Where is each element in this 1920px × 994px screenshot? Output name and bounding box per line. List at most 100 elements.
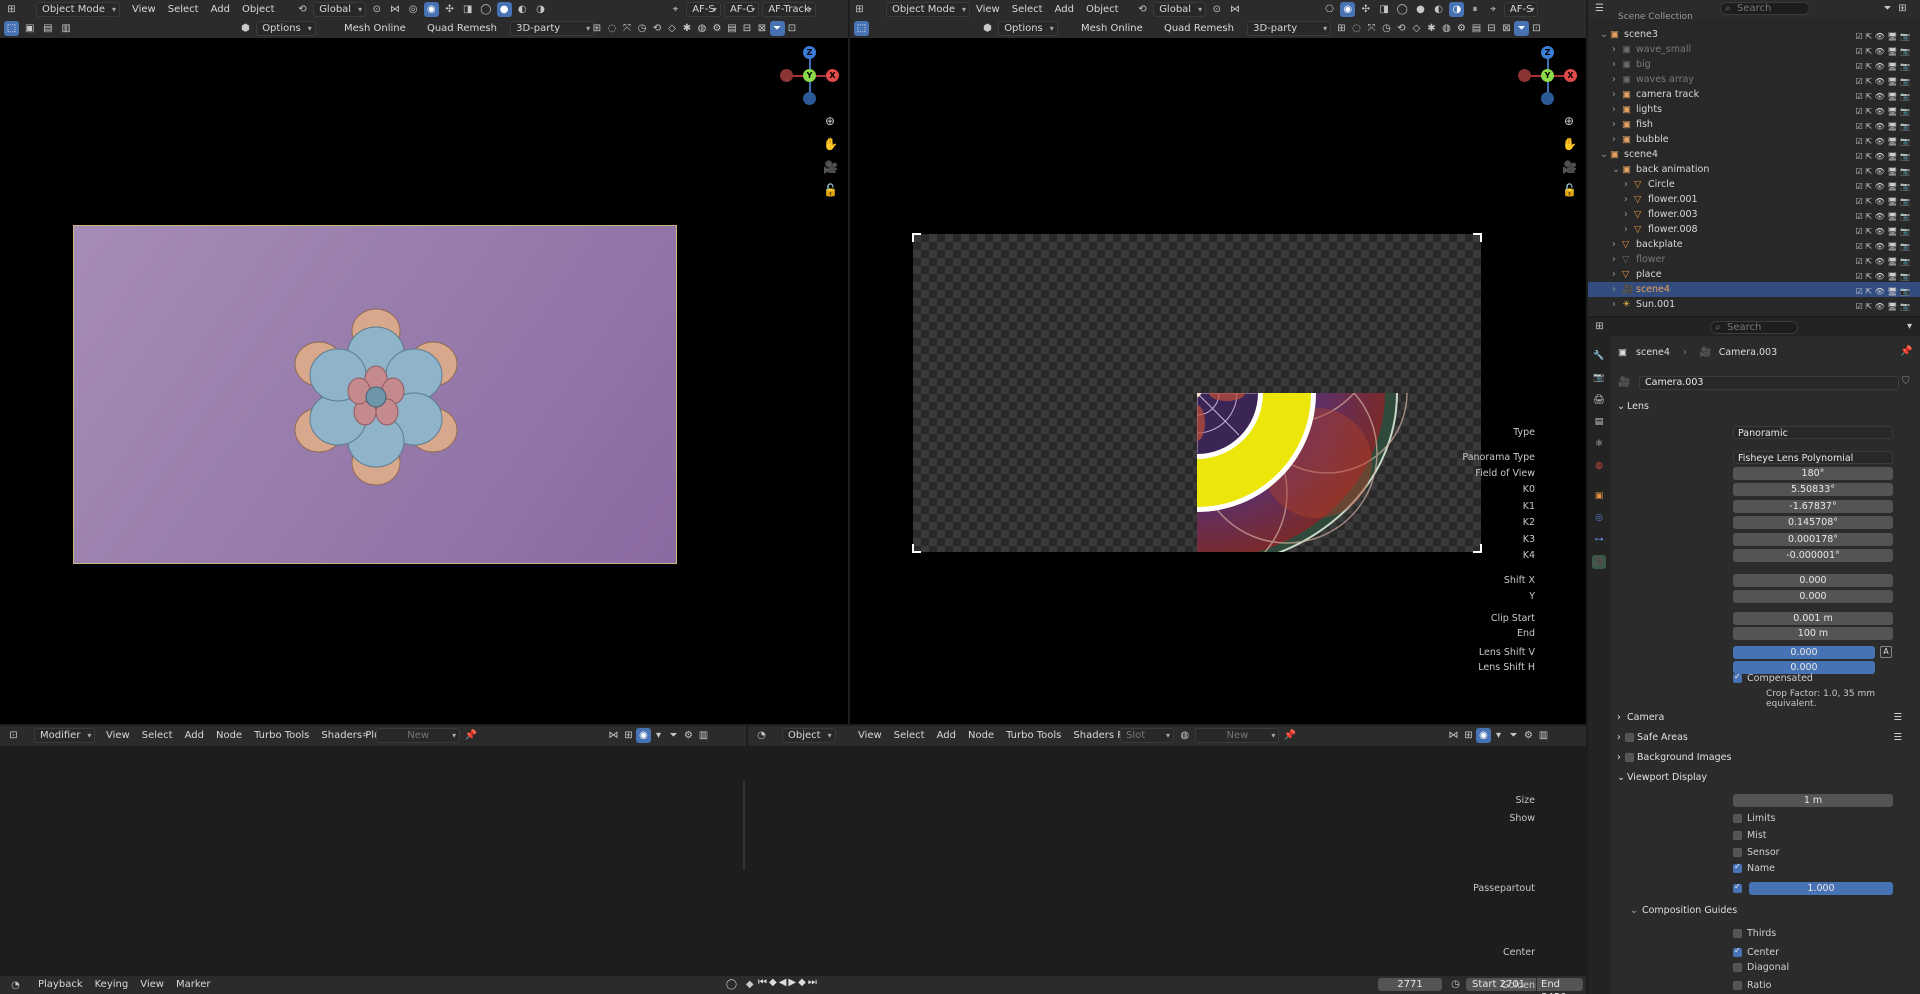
disclosure-chevron-icon[interactable]: › (1624, 192, 1628, 207)
overlay-icon[interactable]: ◉ (423, 2, 439, 17)
outliner-row[interactable]: ⌄ ▣ scene3 ☑ ⇱ 👁 🖥 📷 (1588, 27, 1920, 42)
size-field[interactable]: 1 m (1733, 794, 1893, 807)
select-tool-icon-right[interactable]: ⬚ (854, 21, 869, 36)
gizmo-toggle-icon-right[interactable]: ✣ (1358, 2, 1373, 17)
output-tab-icon[interactable]: 🖨 (1592, 393, 1606, 407)
mode-dropdown[interactable]: Object Mode (36, 2, 120, 17)
wire-shading-icon-right[interactable]: ◯ (1395, 2, 1410, 17)
tool-icon-7[interactable]: ✱ (680, 21, 695, 36)
tool-icon-r7[interactable]: ✱ (1424, 21, 1439, 36)
outliner-row[interactable]: › ▣ lights ☑ ⇱ 👁 🖥 📷 (1588, 102, 1920, 117)
settings-node-icon[interactable]: ⚙ (681, 728, 696, 743)
menu-view-right[interactable]: View (970, 2, 1006, 17)
mode-dropdown-right[interactable]: Object Mode (886, 2, 970, 17)
breadcrumb-scene[interactable]: scene4 (1636, 347, 1670, 358)
tool-icon-5[interactable]: ⟲ (650, 21, 665, 36)
outliner-row[interactable]: › ▣ waves array ☑ ⇱ 👁 🖥 📷 (1588, 72, 1920, 87)
gizmo-neg-z-axis[interactable] (803, 92, 816, 105)
solid-shading-icon[interactable]: ● (496, 2, 512, 17)
disclosure-chevron-icon[interactable]: › (1612, 297, 1616, 312)
disclosure-chevron-icon[interactable]: › (1612, 132, 1616, 147)
material-shading-icon[interactable]: ◐ (515, 2, 530, 17)
tool-icon-r3[interactable]: ⤧ (1364, 21, 1379, 36)
new-node-tree-button[interactable]: New (376, 728, 461, 743)
tool-icon-r5[interactable]: ⟲ (1394, 21, 1409, 36)
disclosure-chevron-icon[interactable]: › (1612, 72, 1616, 87)
lock-icon-right[interactable]: 🔓 (1562, 179, 1577, 202)
transform-orientation-icon[interactable]: ⟲ (295, 2, 310, 17)
disclosure-chevron-icon[interactable]: › (1612, 252, 1616, 267)
outliner-row[interactable]: › ▽ Circle ☑ ⇱ 👁 🖥 📷 (1588, 177, 1920, 192)
menu-object[interactable]: Object (236, 2, 281, 17)
menu-view[interactable]: View (126, 2, 162, 17)
scene-tab-icon[interactable]: ⚛ (1592, 437, 1606, 451)
outliner-row[interactable]: › ▽ flower ☑ ⇱ 👁 🖥 📷 (1588, 252, 1920, 267)
mesh-online-menu[interactable]: Mesh Online (338, 21, 412, 36)
background-images-panel-header[interactable]: › Background Images (1615, 749, 1912, 766)
thirds-checkbox[interactable] (1733, 929, 1742, 938)
slot-dropdown[interactable]: Slot (1120, 728, 1174, 743)
transform-dropdown-right[interactable]: Global (1153, 2, 1207, 17)
menu-select[interactable]: Select (162, 2, 205, 17)
more-icon-right[interactable]: ▾ (1491, 728, 1506, 743)
tool-icon-4[interactable]: ◷ (635, 21, 650, 36)
clipend-field[interactable]: 100 m (1733, 627, 1893, 640)
gizmo-neg-z-axis-right[interactable] (1541, 92, 1554, 105)
navigation-gizmo-left[interactable]: Z Y X (780, 46, 840, 106)
tool-icon-r11[interactable]: ⊟ (1484, 21, 1499, 36)
tool-icon-r13[interactable]: ⊡ (1529, 21, 1544, 36)
outliner-row[interactable]: › ☀ Sun.001 ☑ ⇱ 👁 🖥 📷 (1588, 297, 1920, 312)
snap-icon-right[interactable]: ⋈ (1227, 2, 1242, 17)
shifty-field[interactable]: 0.000 (1733, 590, 1893, 603)
more-icon[interactable]: ▾ (651, 728, 666, 743)
camera-icon-right[interactable]: 🎥 (1562, 156, 1577, 179)
pan-hand-icon-right[interactable]: ✋ (1562, 133, 1577, 156)
viewport-display-panel-header[interactable]: ⌄ Viewport Display (1615, 769, 1912, 786)
node-editor-type-icon[interactable]: ⊡ (6, 728, 21, 743)
gizmo-y-axis-right[interactable]: Y (1541, 69, 1554, 82)
disclosure-chevron-icon[interactable]: › (1624, 222, 1628, 237)
camera-datablock-field[interactable]: Camera.003 (1639, 376, 1899, 390)
mesh-online-menu-right[interactable]: Mesh Online (1075, 21, 1149, 36)
render-shading-icon-right[interactable]: ◑ (1449, 2, 1465, 17)
k4-field[interactable]: -0.000001° (1733, 549, 1893, 562)
outliner-row[interactable]: ⌄ ▣ back animation ☑ ⇱ 👁 🖥 📷 (1588, 162, 1920, 177)
outliner-filter-icon[interactable]: ⏷ (1880, 1, 1895, 16)
disclosure-chevron-icon[interactable]: ⌄ (1600, 147, 1608, 162)
camera-icon[interactable]: 🎥 (823, 156, 838, 179)
disclosure-chevron-icon[interactable]: › (1624, 177, 1628, 192)
menu-add[interactable]: Add (205, 2, 236, 17)
center-checkbox[interactable] (1733, 946, 1742, 957)
node-menu-view-right[interactable]: View (852, 728, 888, 743)
transform-orientation-icon-right[interactable]: ⟲ (1135, 2, 1150, 17)
filter-node-icon[interactable]: ⏷ (666, 728, 681, 743)
node-menu-node[interactable]: Node (210, 728, 248, 743)
pause-icon[interactable]: ⏸ (1468, 2, 1483, 17)
gizmo-x-axis[interactable]: X (826, 69, 839, 82)
sensor-checkbox[interactable] (1733, 848, 1742, 857)
outliner-row[interactable]: › ▽ place ☑ ⇱ 👁 🖥 📷 (1588, 267, 1920, 282)
zoom-icon[interactable]: ⊕ (823, 110, 837, 133)
tool-icon-r9[interactable]: ⚙ (1454, 21, 1469, 36)
editor-type-icon-right[interactable]: ⊞ (852, 2, 867, 17)
node-menu-turbo[interactable]: Turbo Tools (248, 728, 315, 743)
properties-search-input[interactable]: ⌕ Search (1710, 321, 1798, 334)
camera-panel-header[interactable]: › Camera ☰ (1615, 709, 1912, 726)
disclosure-chevron-icon[interactable]: › (1612, 282, 1616, 297)
af-track-button[interactable]: AF-Track (762, 2, 816, 17)
disclosure-chevron-icon[interactable]: › (1624, 207, 1628, 222)
3d-party-dropdown-right[interactable]: 3D-party (1247, 21, 1332, 36)
material-icon[interactable]: ◍ (1177, 728, 1192, 743)
addon-cube-icon-right[interactable]: ⬢ (980, 21, 995, 36)
tool-icon-2[interactable]: ◌ (605, 21, 620, 36)
properties-type-icon[interactable]: ⊞ (1592, 319, 1607, 334)
menu-object-right[interactable]: Object (1080, 2, 1125, 17)
filter-node-icon-right[interactable]: ⏷ (1506, 728, 1521, 743)
camera-view-icon[interactable]: ⎔ (1322, 2, 1337, 17)
pano-field[interactable]: Fisheye Lens Polynomial (1733, 451, 1893, 464)
node-editor-type-icon-right[interactable]: ◔ (754, 728, 769, 743)
passepartout-checkbox[interactable] (1733, 882, 1742, 893)
gizmo-neg-x-axis[interactable] (780, 69, 793, 82)
gizmo-y-axis[interactable]: Y (803, 69, 816, 82)
tool-icon-6[interactable]: ◇ (665, 21, 680, 36)
